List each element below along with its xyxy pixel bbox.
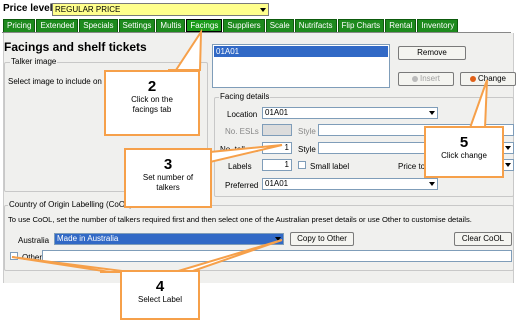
facings-list[interactable]: 01A01 <box>212 44 390 88</box>
clear-cool-button[interactable]: Clear CoOL <box>454 232 512 246</box>
australia-value: Made in Australia <box>57 234 119 243</box>
tab-rental[interactable]: Rental <box>385 19 417 32</box>
tab-suppliers[interactable]: Suppliers <box>223 19 265 32</box>
tab-multis[interactable]: Multis <box>156 19 186 32</box>
other-checkbox[interactable] <box>10 252 18 260</box>
labels-label: Labels <box>228 162 252 171</box>
price-level-select[interactable]: REGULAR PRICE <box>52 3 269 16</box>
style-label-1: Style <box>298 127 316 136</box>
insert-button[interactable]: Insert <box>398 72 454 86</box>
talker-image-group-label: Talker image <box>10 57 58 66</box>
chevron-down-icon <box>505 163 511 167</box>
callout-5-text: Click change <box>441 151 487 160</box>
tab-specials[interactable]: Specials <box>79 19 118 32</box>
callout-2-text: Click on the facings tab <box>131 95 173 114</box>
callout-2-number: 2 <box>147 78 157 95</box>
tab-facings[interactable]: Facings <box>186 19 223 32</box>
chevron-down-icon <box>429 182 435 186</box>
chevron-down-icon <box>275 237 281 241</box>
remove-button[interactable]: Remove <box>398 46 466 60</box>
no-talkers-label: No. talkers <box>220 145 259 154</box>
chevron-down-icon <box>429 111 435 115</box>
location-select[interactable]: 01A01 <box>262 107 438 119</box>
tab-flip-charts[interactable]: Flip Charts <box>337 19 385 32</box>
small-label-checkbox[interactable] <box>298 161 306 169</box>
insert-icon <box>411 75 418 82</box>
style-label-2: Style <box>298 145 316 154</box>
cool-instructions: To use CoOL, set the number of talkers r… <box>8 215 472 224</box>
chevron-down-icon <box>505 146 511 150</box>
callout-3: 3 Set number of talkers <box>124 148 212 208</box>
tab-extended[interactable]: Extended <box>36 19 79 32</box>
price-level-value: REGULAR PRICE <box>55 5 121 14</box>
callout-3-number: 3 <box>163 156 173 173</box>
change-icon <box>469 75 476 82</box>
location-label: Location <box>227 110 258 119</box>
list-item[interactable]: 01A01 <box>214 46 388 57</box>
callout-5: 5 Click change <box>424 126 504 178</box>
preferred-label: Preferred <box>225 181 259 190</box>
change-label: Change <box>477 74 507 83</box>
no-esls-field[interactable] <box>262 124 292 136</box>
no-esls-label: No. ESLs <box>225 127 259 136</box>
talker-image-prompt: Select image to include on <box>8 77 102 86</box>
callout-2: 2 Click on the facings tab <box>104 70 200 136</box>
tab-nutrifacts[interactable]: Nutrifacts <box>294 19 337 32</box>
preferred-value: 01A01 <box>265 179 289 188</box>
preferred-select[interactable]: 01A01 <box>262 178 438 190</box>
copy-to-other-button[interactable]: Copy to Other <box>290 232 354 246</box>
callout-4-text: Select Label <box>137 295 183 304</box>
change-button[interactable]: Change <box>460 72 516 86</box>
callout-5-number: 5 <box>459 134 469 151</box>
price-to-label: Price to <box>398 162 426 171</box>
other-label: Other <box>22 253 43 262</box>
insert-label: Insert <box>419 74 440 83</box>
price-level-label: Price level <box>3 3 53 14</box>
australia-select[interactable]: Made in Australia <box>54 233 284 245</box>
other-field[interactable] <box>42 250 512 262</box>
callout-3-text: Set number of talkers <box>142 173 194 192</box>
cool-group-label: Country of Origin Labelling (CoOL) <box>8 200 134 209</box>
tab-scale[interactable]: Scale <box>265 19 294 32</box>
tab-inventory[interactable]: Inventory <box>417 19 459 32</box>
callout-4-number: 4 <box>155 278 165 295</box>
facing-details-group-label: Facing details <box>219 92 271 101</box>
no-talkers-field[interactable]: 1 <box>262 142 292 154</box>
labels-field[interactable]: 1 <box>262 159 292 171</box>
tab-settings[interactable]: Settings <box>118 19 156 32</box>
tab-pricing[interactable]: Pricing <box>3 19 36 32</box>
tab-bar: Pricing Extended Specials Settings Multi… <box>3 19 459 32</box>
chevron-down-icon[interactable] <box>258 5 267 14</box>
page-title: Facings and shelf tickets <box>4 40 147 54</box>
small-label-text: Small label <box>310 162 350 171</box>
location-value: 01A01 <box>265 108 289 117</box>
australia-label: Australia <box>18 236 50 245</box>
screen: Price level REGULAR PRICE Pricing Extend… <box>0 0 521 325</box>
callout-4: 4 Select Label <box>120 270 200 320</box>
